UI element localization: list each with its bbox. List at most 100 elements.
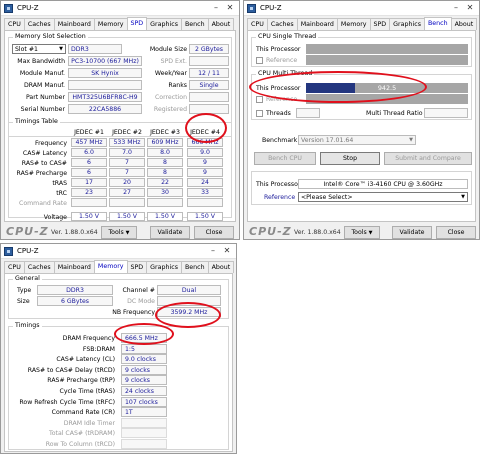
minimize-icon[interactable]: – — [449, 2, 463, 14]
tab-memory[interactable]: Memory — [93, 18, 128, 30]
tab-cpu[interactable]: CPU — [4, 18, 25, 30]
timing-label: Row Refresh Cycle Time (tRFC) — [19, 398, 115, 406]
tab-memory[interactable]: Memory — [336, 18, 371, 30]
group-label: Timings — [13, 322, 42, 329]
tab-caches[interactable]: Caches — [23, 261, 55, 273]
slot-select-value: Slot #1 — [15, 46, 38, 53]
reference-select-label: Reference — [264, 194, 296, 201]
stop-button[interactable]: Stop — [320, 152, 380, 165]
close-icon[interactable]: ✕ — [220, 245, 234, 257]
timing-row-label: RAS# Precharge — [16, 170, 67, 177]
timing-cell — [187, 198, 223, 207]
threads-checkbox[interactable] — [256, 110, 263, 117]
timing-row-label: CAS# Latency — [22, 150, 67, 157]
bench-panel: CPU Single Thread This Processor Referen… — [247, 30, 476, 222]
title-bar[interactable]: CPU-Z – ✕ — [1, 244, 236, 259]
group-label: Timings Table — [13, 118, 60, 125]
tab-mainboard[interactable]: Mainboard — [53, 261, 95, 273]
submit-compare-button[interactable]: Submit and Compare — [384, 152, 472, 165]
tab-mainboard[interactable]: Mainboard — [53, 18, 95, 30]
tab-bench[interactable]: Bench — [180, 18, 209, 30]
group-label: CPU Single Thread — [256, 33, 319, 40]
timing-row-label: tRAS — [52, 180, 67, 187]
spd-ext-label: SPD Ext. — [160, 58, 187, 65]
tab-spd[interactable]: SPD — [369, 18, 391, 30]
dc-mode-label: DC Mode — [127, 298, 155, 305]
close-button[interactable]: Close — [436, 226, 476, 239]
tools-button[interactable]: Tools ▼ — [101, 226, 137, 239]
tab-spd[interactable]: SPD — [126, 17, 148, 30]
size-value: 6 GBytes — [37, 296, 113, 306]
validate-button[interactable]: Validate — [392, 226, 432, 239]
module-manuf-label: Module Manuf. — [19, 70, 65, 77]
tab-spd[interactable]: SPD — [126, 261, 148, 273]
tab-graphics[interactable]: Graphics — [389, 18, 425, 30]
tab-bar: CPU Caches Mainboard Memory SPD Graphics… — [247, 17, 478, 30]
timing-value: 1:5 — [121, 343, 167, 354]
threads-value — [296, 108, 320, 118]
memory-window: CPU-Z – ✕ CPU Caches Mainboard Memory SP… — [0, 243, 237, 454]
reference-select-value: <Please Select> — [301, 194, 353, 201]
minimize-icon[interactable]: – — [209, 2, 223, 14]
tab-cpu[interactable]: CPU — [247, 18, 268, 30]
timing-cell: 6 — [71, 168, 107, 177]
correction-label: Correction — [154, 94, 187, 101]
tab-graphics[interactable]: Graphics — [146, 18, 182, 30]
cpuz-app-icon — [247, 4, 256, 13]
timing-value: 1T — [121, 407, 167, 418]
minimize-icon[interactable]: – — [206, 245, 220, 257]
tab-cpu[interactable]: CPU — [4, 261, 25, 273]
timing-cell: 20 — [109, 178, 145, 187]
serial-number-value: 22CA5886 — [68, 104, 142, 114]
close-icon[interactable]: ✕ — [463, 2, 477, 14]
benchmark-select[interactable]: Version 17.01.64 ▼ — [298, 135, 416, 145]
jedec-header: JEDEC #2 — [112, 129, 142, 136]
title-bar[interactable]: CPU-Z – ✕ — [1, 1, 239, 16]
chevron-down-icon: ▼ — [461, 194, 465, 200]
timing-cell: 7 — [109, 158, 145, 167]
timing-row-label: Voltage — [43, 214, 67, 221]
timing-cell: 9 — [187, 158, 223, 167]
spd-ext-value — [189, 56, 229, 66]
tab-memory[interactable]: Memory — [93, 260, 128, 273]
timing-cell: 24 — [187, 178, 223, 187]
highlight-ring-jedec4 — [185, 113, 227, 143]
tools-label: Tools — [108, 229, 124, 236]
serial-number-label: Serial Number — [20, 106, 65, 113]
multi-reference-checkbox[interactable] — [256, 96, 263, 103]
max-bandwidth-label: Max Bandwidth — [17, 58, 65, 65]
tab-about[interactable]: About — [207, 18, 235, 30]
timing-cell: 27 — [109, 188, 145, 197]
timing-cell — [109, 198, 145, 207]
spd-window: CPU-Z – ✕ CPU Caches Mainboard Memory SP… — [0, 0, 240, 240]
close-button[interactable]: Close — [194, 226, 234, 239]
timing-row-label: tRC — [56, 190, 67, 197]
window-title: CPU-Z — [17, 4, 39, 12]
single-this-processor-bar — [306, 44, 468, 54]
reference-select[interactable]: <Please Select> ▼ — [298, 192, 468, 202]
timing-cell: 22 — [147, 178, 183, 187]
timing-value — [121, 417, 167, 428]
tools-button[interactable]: Tools ▼ — [344, 226, 380, 239]
validate-button[interactable]: Validate — [150, 226, 190, 239]
tab-mainboard[interactable]: Mainboard — [296, 18, 338, 30]
tab-caches[interactable]: Caches — [23, 18, 55, 30]
title-bar[interactable]: CPU-Z – ✕ — [244, 1, 479, 16]
slot-select[interactable]: Slot #1 ▼ — [12, 44, 66, 54]
timing-cell: 8 — [147, 168, 183, 177]
timing-row-label: RAS# to CAS# — [21, 160, 67, 167]
bench-cpu-button[interactable]: Bench CPU — [254, 152, 316, 165]
registered-label: Registered — [153, 106, 187, 113]
single-reference-checkbox[interactable] — [256, 57, 263, 64]
tab-bench[interactable]: Bench — [423, 17, 452, 30]
part-number-label: Part Number — [25, 94, 65, 101]
tab-about[interactable]: About — [207, 261, 235, 273]
tab-bench[interactable]: Bench — [180, 261, 209, 273]
highlight-ring-nb-frequency — [155, 302, 221, 328]
chevron-down-icon: ▼ — [59, 46, 63, 52]
tab-graphics[interactable]: Graphics — [146, 261, 182, 273]
tab-caches[interactable]: Caches — [266, 18, 298, 30]
close-icon[interactable]: ✕ — [223, 2, 237, 14]
timing-value — [121, 428, 167, 439]
tab-about[interactable]: About — [450, 18, 478, 30]
